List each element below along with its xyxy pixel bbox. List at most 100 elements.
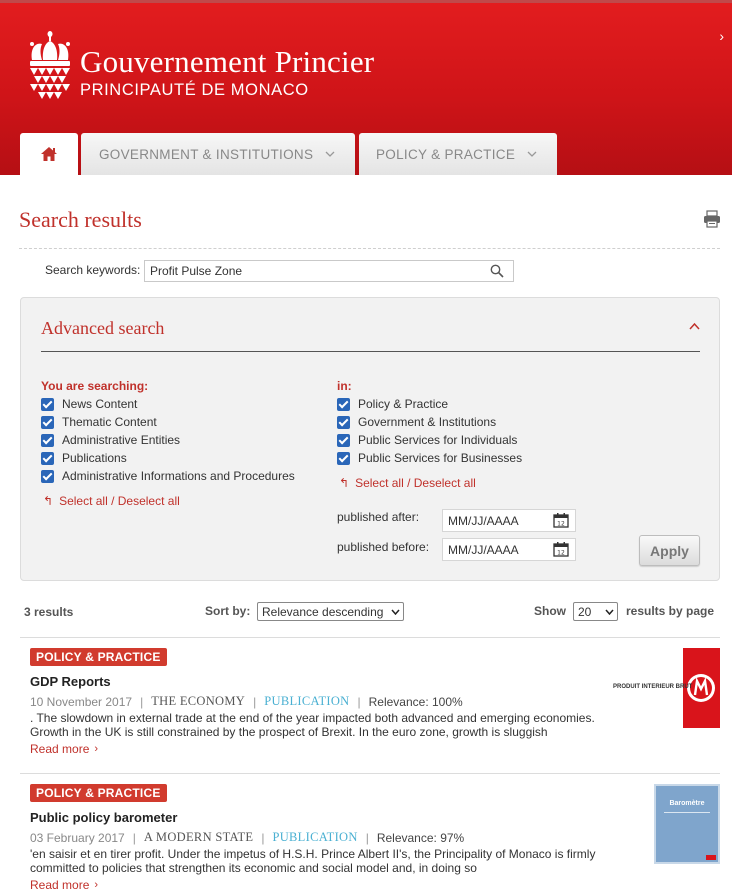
printer-icon[interactable] xyxy=(703,210,721,228)
read-more-link[interactable]: Read more › xyxy=(30,878,720,892)
tab-policy-practice[interactable]: POLICY & PRACTICE xyxy=(359,133,557,175)
checkbox-services-individuals[interactable]: Public Services for Individuals xyxy=(337,431,522,449)
select-all-label: Select all / Deselect all xyxy=(355,476,476,490)
result-relevance: Relevance: 97% xyxy=(376,830,465,845)
tab-label: GOVERNMENT & INSTITUTIONS xyxy=(99,146,314,162)
divider xyxy=(20,773,720,774)
checkbox-label: Administrative Informations and Procedur… xyxy=(62,469,295,483)
checkbox-label: Policy & Practice xyxy=(358,397,449,411)
result-relevance: Relevance: 100% xyxy=(368,694,463,709)
select-all-right-link[interactable]: ↰ Select all / Deselect all xyxy=(339,476,476,490)
show-label: Show xyxy=(534,604,566,618)
crown-logo-icon[interactable] xyxy=(26,30,74,104)
page-title: Search results xyxy=(19,207,142,232)
result-meta: 03 February 2017 | A MODERN STATE | PUBL… xyxy=(30,830,465,845)
select-all-label: Select all / Deselect all xyxy=(59,494,180,508)
checkbox-label: Government & Institutions xyxy=(358,415,497,429)
arrow-up-icon: ↰ xyxy=(339,476,350,490)
checkbox-checked[interactable] xyxy=(337,397,350,411)
calendar-icon[interactable]: 12 xyxy=(553,512,569,528)
result-date: 03 February 2017 xyxy=(30,830,125,845)
apply-button[interactable]: Apply xyxy=(639,535,700,566)
result-date: 10 November 2017 xyxy=(30,694,133,709)
results-count: 3 results xyxy=(24,605,74,619)
result-type[interactable]: PUBLICATION xyxy=(264,694,349,709)
checkbox-policy-practice[interactable]: Policy & Practice xyxy=(337,395,522,413)
result-type[interactable]: PUBLICATION xyxy=(272,830,357,845)
checkbox-administrative-entities[interactable]: Administrative Entities xyxy=(41,431,295,449)
category-badge[interactable]: POLICY & PRACTICE xyxy=(30,648,167,666)
site-header: Gouvernement Princier PRINCIPAUTÉ DE MON… xyxy=(0,0,732,175)
checkbox-label: News Content xyxy=(62,397,138,411)
result-description: 'en saisir et en tirer profit. Under the… xyxy=(30,847,596,875)
checkbox-government-institutions[interactable]: Government & Institutions xyxy=(337,413,522,431)
checkbox-administrative-informations[interactable]: Administrative Informations and Procedur… xyxy=(41,467,295,485)
category-badge[interactable]: POLICY & PRACTICE xyxy=(30,784,167,802)
result-theme[interactable]: THE ECONOMY xyxy=(151,694,245,709)
chevron-down-icon xyxy=(605,609,614,615)
published-after-label: published after: xyxy=(337,510,420,524)
result-item: POLICY & PRACTICE Public policy baromete… xyxy=(30,784,720,892)
brand-title[interactable]: Gouvernement Princier xyxy=(80,44,374,80)
read-more-link[interactable]: Read more › xyxy=(30,742,720,756)
chevron-down-icon xyxy=(391,609,400,615)
checkbox-checked[interactable] xyxy=(337,415,350,429)
search-icon[interactable] xyxy=(490,264,504,278)
searching-label: You are searching: xyxy=(41,379,149,393)
brand-subtitle: PRINCIPAUTÉ DE MONACO xyxy=(80,81,309,99)
thumbnail-caption: Produit Interieur Brut xyxy=(613,684,693,690)
result-theme[interactable]: A MODERN STATE xyxy=(144,830,253,845)
in-label: in: xyxy=(337,379,352,393)
checkbox-publications[interactable]: Publications xyxy=(41,449,295,467)
result-description: . The slowdown in external trade at the … xyxy=(30,711,595,739)
checkbox-checked[interactable] xyxy=(337,433,350,447)
svg-text:12: 12 xyxy=(557,550,565,557)
checkbox-checked[interactable] xyxy=(41,433,54,447)
tab-home[interactable] xyxy=(20,133,78,175)
checkbox-label: Administrative Entities xyxy=(62,433,181,447)
divider xyxy=(19,248,720,249)
advanced-search-panel: Advanced search You are searching: News … xyxy=(20,297,720,581)
checkbox-checked[interactable] xyxy=(41,451,54,465)
read-more-label: Read more xyxy=(30,742,90,756)
thumbnail-caption: Baromètre xyxy=(669,800,705,807)
chevron-right-icon: › xyxy=(94,879,99,891)
result-thumbnail[interactable]: Baromètre xyxy=(654,784,720,864)
tab-government-institutions[interactable]: GOVERNMENT & INSTITUTIONS xyxy=(81,133,355,175)
sort-select[interactable]: Relevance descending xyxy=(257,602,404,621)
svg-text:12: 12 xyxy=(557,521,565,528)
checkbox-services-businesses[interactable]: Public Services for Businesses xyxy=(337,449,522,467)
section-list: Policy & Practice Government & Instituti… xyxy=(337,395,522,467)
checkbox-checked[interactable] xyxy=(337,451,350,465)
sort-selected-value: Relevance descending xyxy=(262,604,384,619)
checkbox-checked[interactable] xyxy=(41,415,54,429)
logo-mark-icon xyxy=(706,855,716,860)
checkbox-label: Public Services for Businesses xyxy=(358,451,523,465)
tab-label: POLICY & PRACTICE xyxy=(376,146,516,162)
published-before-label: published before: xyxy=(337,540,430,554)
checkbox-checked[interactable] xyxy=(41,397,54,411)
chevron-down-icon xyxy=(527,151,537,157)
calendar-icon[interactable]: 12 xyxy=(553,541,569,557)
checkbox-label: Publications xyxy=(62,451,127,465)
result-title[interactable]: Public policy barometer xyxy=(30,810,720,825)
home-icon xyxy=(41,147,57,161)
per-page-label: results by page xyxy=(626,604,715,618)
page-size-value: 20 xyxy=(578,604,592,619)
checkbox-news-content[interactable]: News Content xyxy=(41,395,295,413)
result-thumbnail[interactable]: Produit Interieur Brut xyxy=(611,648,720,728)
checkbox-checked[interactable] xyxy=(41,469,54,483)
chevron-right-icon[interactable]: › xyxy=(719,28,724,44)
search-keywords-label: Search keywords: xyxy=(45,263,141,277)
checkbox-label: Public Services for Individuals xyxy=(358,433,518,447)
arrow-up-icon: ↰ xyxy=(43,494,54,508)
content-type-list: News Content Thematic Content Administra… xyxy=(41,395,295,485)
page-size-select[interactable]: 20 xyxy=(573,602,618,621)
chevron-up-icon[interactable] xyxy=(689,322,700,330)
advanced-search-title[interactable]: Advanced search xyxy=(41,318,164,339)
divider xyxy=(41,351,700,352)
read-more-label: Read more xyxy=(30,878,90,892)
checkbox-thematic-content[interactable]: Thematic Content xyxy=(41,413,295,431)
search-input[interactable] xyxy=(144,260,514,282)
select-all-left-link[interactable]: ↰ Select all / Deselect all xyxy=(43,494,180,508)
